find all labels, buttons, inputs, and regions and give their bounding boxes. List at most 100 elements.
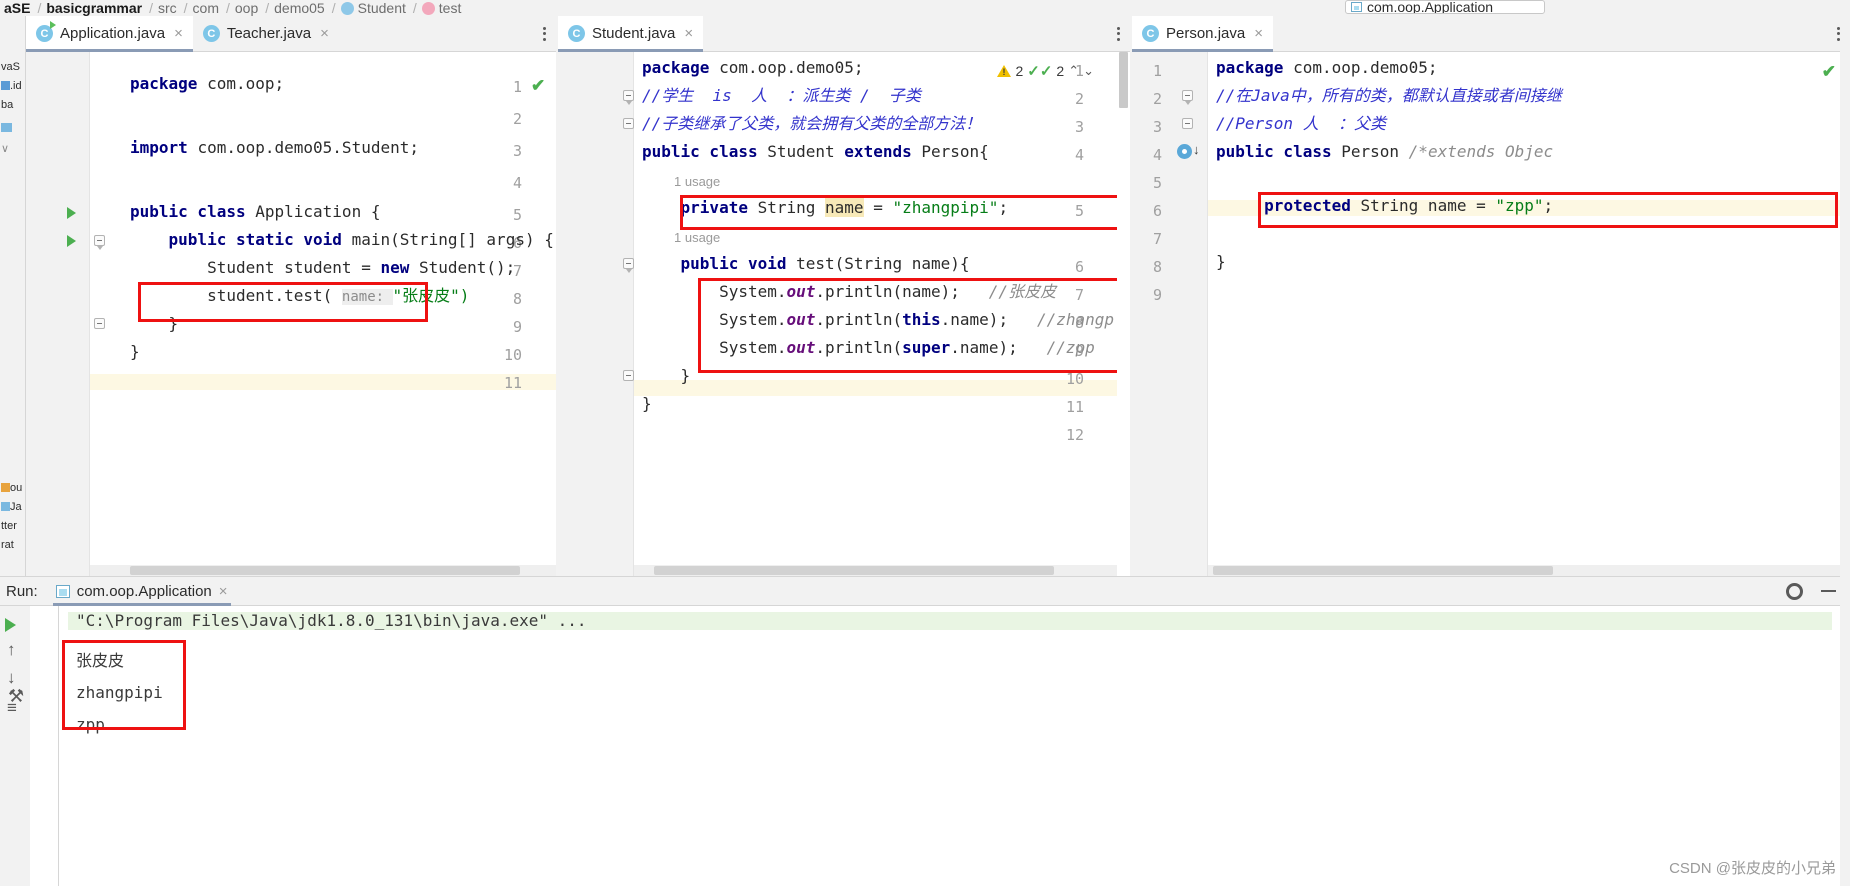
run-tab-close-icon[interactable]: × — [219, 583, 228, 600]
scroll-up-icon[interactable]: ↑ — [7, 640, 16, 660]
code-line-5: private String name = "zhangpipi"; — [680, 198, 1009, 217]
watermark: CSDN @张皮皮的小兄弟 — [1669, 860, 1836, 877]
java-class-icon: C — [568, 25, 585, 42]
run-config-name: com.oop.Application — [1367, 0, 1494, 14]
strip-label: ou — [10, 482, 23, 494]
breadcrumb-separator: / — [412, 0, 417, 16]
ide-window: aSE / basicgrammar / src / com / oop / d… — [0, 0, 1850, 886]
scroll-down-icon[interactable]: ↓ — [7, 668, 16, 688]
editor-body-student[interactable]: 2 ✓✓ 2 ⌃ ⌄ 1 2 3 4 5 6 7 8 9 10 11 12 pa… — [558, 52, 1130, 576]
editor-body-person[interactable]: ✔ 1 2 3 4 5 6 7 8 9 ↓ package com.oop.de… — [1132, 52, 1850, 576]
strip-folder-icon-row[interactable] — [0, 119, 25, 138]
fold-marker[interactable] — [623, 90, 634, 105]
horizontal-scrollbar-left[interactable] — [90, 565, 556, 576]
fold-marker[interactable] — [623, 258, 634, 273]
run-tab-application[interactable]: com.oop.Application × — [46, 577, 237, 606]
gutter-middle[interactable] — [558, 52, 634, 576]
code-line-1: package com.oop; — [130, 74, 285, 93]
line-number: 6 — [1152, 202, 1162, 220]
breadcrumb-item-6[interactable]: Student — [358, 0, 406, 16]
scrollbar-thumb[interactable] — [130, 566, 520, 575]
strip-item-0[interactable]: vaS — [0, 58, 25, 77]
tab-close-icon[interactable]: × — [174, 25, 183, 42]
horizontal-scrollbar-middle[interactable] — [634, 565, 1117, 576]
strip-chevron-row[interactable]: ∨ — [0, 140, 25, 159]
strip-item-2[interactable]: ba — [0, 96, 25, 115]
scrollbar-thumb[interactable] — [1119, 52, 1128, 108]
fold-marker[interactable] — [623, 118, 634, 129]
java-class-icon: C — [1142, 25, 1159, 42]
code-line-6: public void test(String name){ — [680, 254, 970, 273]
horizontal-scrollbar-right[interactable] — [1208, 565, 1850, 576]
breadcrumb-separator: / — [225, 0, 230, 16]
run-configuration-selector[interactable]: com.oop.Application — [1345, 0, 1545, 14]
scrollbar-thumb[interactable] — [1213, 566, 1553, 575]
more-vertical-icon[interactable] — [1107, 16, 1130, 51]
right-edge-strip — [1840, 16, 1850, 886]
gutter-left[interactable] — [26, 52, 90, 576]
minimize-icon[interactable] — [1821, 590, 1836, 592]
gear-icon[interactable] — [1786, 582, 1803, 600]
folder-icon — [1, 123, 12, 132]
breadcrumb-item-3[interactable]: com — [193, 0, 219, 16]
more-vertical-icon[interactable] — [533, 16, 556, 51]
code-application[interactable]: package com.oop; import com.oop.demo05.S… — [90, 52, 556, 576]
editor-body-application[interactable]: ✔ 1 2 3 4 5 6 7 8 9 10 11 package com.oo… — [26, 52, 556, 576]
tab-label: Teacher.java — [226, 25, 312, 42]
tab-teacher-java[interactable]: C Teacher.java × — [192, 16, 339, 51]
breadcrumb-separator: / — [331, 0, 336, 16]
run-side-toolbar: ↑ ↓ ≡ 🔧 — [0, 606, 30, 886]
marker-bar-middle[interactable] — [1117, 52, 1130, 576]
strip-item-5[interactable]: tter — [0, 517, 25, 536]
fold-marker[interactable] — [1182, 118, 1193, 129]
code-person[interactable]: package com.oop.demo05; //在Java中，所有的类，都默… — [1208, 52, 1850, 576]
output-square-icon — [1, 483, 10, 492]
tab-student-java[interactable]: C Student.java × — [558, 16, 704, 52]
breadcrumb-item-0[interactable]: aSE — [4, 0, 30, 16]
code-student[interactable]: package com.oop.demo05; //学生 is 人 ：派生类 /… — [634, 52, 1130, 576]
tab-bar-left: C Application.java × C Teacher.java × — [26, 16, 556, 52]
code-line-6: public static void main(String[] args) { — [168, 230, 554, 249]
line-number: 3 — [1152, 118, 1162, 136]
tab-application-java[interactable]: C Application.java × — [26, 16, 193, 52]
tab-close-icon[interactable]: × — [684, 25, 693, 42]
usage-hint-1[interactable]: 1 usage — [674, 174, 720, 190]
console-output[interactable]: "C:\Program Files\Java\jdk1.8.0_131\bin\… — [58, 606, 1832, 886]
tab-person-java[interactable]: C Person.java × — [1132, 16, 1273, 52]
code-line-9: } — [130, 314, 179, 333]
fold-marker[interactable] — [623, 370, 634, 381]
code-line-3: //Person 人 ：父类 — [1216, 114, 1386, 133]
overridden-member-icon[interactable] — [1177, 144, 1192, 159]
breadcrumb-item-4[interactable]: oop — [235, 0, 258, 16]
usage-hint-2[interactable]: 1 usage — [674, 230, 720, 246]
fold-marker[interactable] — [1182, 90, 1193, 105]
breadcrumb-item-7[interactable]: test — [439, 0, 462, 16]
breadcrumb-item-1[interactable]: basicgrammar — [46, 0, 142, 16]
code-line-2: //学生 is 人 ：派生类 / 子类 — [642, 86, 921, 105]
console-divider — [58, 606, 59, 886]
run-icon[interactable] — [5, 618, 16, 632]
breadcrumb[interactable]: aSE / basicgrammar / src / com / oop / d… — [0, 0, 1850, 16]
tab-close-icon[interactable]: × — [320, 25, 329, 42]
strip-label: rat — [1, 539, 14, 551]
code-line-10: } — [642, 366, 691, 385]
breadcrumb-separator: / — [183, 0, 188, 16]
strip-item-3[interactable]: ou — [0, 479, 25, 498]
scrollbar-thumb[interactable] — [654, 566, 1054, 575]
strip-item-1[interactable]: .id — [0, 77, 25, 96]
run-class-gutter-icon[interactable] — [67, 207, 76, 219]
wrench-icon[interactable]: ⚒ — [8, 686, 24, 707]
breadcrumb-item-5[interactable]: demo05 — [274, 0, 325, 16]
code-line-1: package com.oop.demo05; — [642, 58, 864, 77]
tab-close-icon[interactable]: × — [1254, 25, 1263, 42]
strip-item-4[interactable]: Ja — [0, 498, 25, 517]
code-line-8: student.test( name: "张皮皮") — [130, 286, 470, 305]
arrow-down-icon: ↓ — [1193, 142, 1200, 157]
line-number: 2 — [1152, 90, 1162, 108]
run-method-gutter-icon[interactable] — [67, 235, 76, 247]
breadcrumb-item-2[interactable]: src — [158, 0, 177, 16]
editor-pane-person: C Person.java × ✔ 1 2 3 4 5 6 7 8 9 ↓ pa… — [1132, 16, 1850, 576]
code-line-11: } — [642, 394, 652, 413]
breadcrumb-separator: / — [265, 0, 270, 16]
strip-item-6[interactable]: rat — [0, 536, 25, 555]
